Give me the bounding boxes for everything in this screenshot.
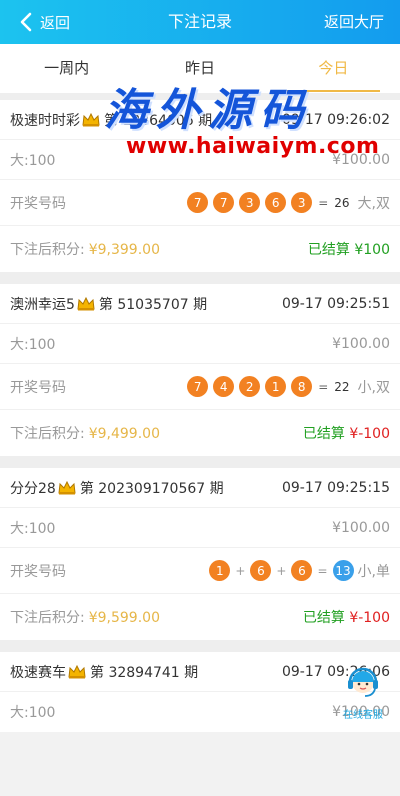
bet-content: 大:100 xyxy=(10,336,56,353)
settled-amount: ¥-100 xyxy=(349,426,390,442)
draw-ball: 6 xyxy=(265,192,287,213)
date-tabs: 一周内 昨日 今日 xyxy=(0,44,400,94)
bet-content: 大:100 xyxy=(10,520,56,537)
settled-label: 已结算 xyxy=(302,610,345,626)
tab-yesterday[interactable]: 昨日 xyxy=(133,44,266,93)
draw-ball: 6 xyxy=(250,560,272,581)
crown-icon xyxy=(77,296,95,310)
draw-numbers: 7 4 2 1 8 = 22 小,双 xyxy=(182,376,390,397)
draw-label: 开奖号码 xyxy=(10,563,66,580)
score-value: ¥9,399.00 xyxy=(88,242,160,258)
game-name: 极速赛车 xyxy=(10,664,66,681)
draw-ball: 3 xyxy=(291,192,313,213)
divider xyxy=(0,640,400,652)
bet-amount: ¥100.00 xyxy=(332,519,390,536)
settled-amount: ¥-100 xyxy=(349,610,390,626)
period-number: 第 202309170567 期 xyxy=(79,480,224,497)
score-label: 下注后积分: xyxy=(10,242,85,258)
crown-icon xyxy=(68,664,86,678)
draw-sum: 26 xyxy=(334,195,350,210)
draw-sum-ball: 13 xyxy=(332,560,354,581)
period-number: 第 32894741 期 xyxy=(90,664,199,681)
bet-time: 09-17 09:25:15 xyxy=(281,479,390,496)
return-hall-button[interactable]: 返回大厅 xyxy=(324,0,384,44)
period-number: 第 51035707 期 xyxy=(98,296,208,313)
header-bar: 返回 下注记录 返回大厅 xyxy=(0,0,400,44)
bet-amount: ¥100.00 xyxy=(332,151,390,168)
tab-today[interactable]: 今日 xyxy=(267,44,400,93)
bet-record[interactable]: 分分28 第 202309170567 期 09-17 09:25:15 大:1… xyxy=(0,468,400,640)
period-number: 第 12864006 期 xyxy=(104,112,213,129)
draw-result: 小,单 xyxy=(357,563,390,580)
customer-service-button[interactable]: 在线客服 xyxy=(338,664,388,721)
bet-record[interactable]: 澳洲幸运5 第 51035707 期 09-17 09:25:51 大:100 … xyxy=(0,284,400,456)
crown-icon xyxy=(58,480,76,494)
game-name: 澳洲幸运5 xyxy=(10,296,75,313)
score-value: ¥9,499.00 xyxy=(88,426,160,442)
bet-time: 09-17 09:26:02 xyxy=(281,111,390,128)
bet-amount: ¥100.00 xyxy=(332,335,390,352)
draw-label: 开奖号码 xyxy=(10,379,66,396)
settled-label: 已结算 xyxy=(307,242,350,258)
draw-ball: 3 xyxy=(239,192,261,213)
score-label: 下注后积分: xyxy=(10,426,85,442)
draw-numbers: 1 + 6 + 6 = 13 小,单 xyxy=(204,560,390,581)
draw-label: 开奖号码 xyxy=(10,195,66,212)
bet-record[interactable]: 极速时时彩 第 12864006 期 09-17 09:26:02 大:100 … xyxy=(0,100,400,272)
settled-amount: ¥100 xyxy=(354,242,390,258)
game-name: 分分28 xyxy=(10,480,56,497)
customer-service-icon xyxy=(348,667,378,697)
draw-ball: 6 xyxy=(291,560,313,581)
draw-ball: 2 xyxy=(239,376,261,397)
divider xyxy=(0,272,400,284)
back-button[interactable]: 返回 xyxy=(20,0,70,44)
draw-sum: 22 xyxy=(334,379,350,394)
draw-result: 大,双 xyxy=(357,195,390,212)
draw-ball: 7 xyxy=(187,376,209,397)
settled-label: 已结算 xyxy=(302,426,345,442)
back-label: 返回 xyxy=(40,13,71,32)
divider xyxy=(0,456,400,468)
draw-ball: 7 xyxy=(187,192,209,213)
draw-ball: 1 xyxy=(209,560,231,581)
draw-ball: 8 xyxy=(291,376,313,397)
tab-week[interactable]: 一周内 xyxy=(0,44,133,93)
crown-icon xyxy=(82,112,100,126)
bet-content: 大:100 xyxy=(10,152,56,169)
customer-service-label: 在线客服 xyxy=(343,710,383,721)
draw-ball: 4 xyxy=(213,376,235,397)
bet-content: 大:100 xyxy=(10,705,56,721)
draw-ball: 1 xyxy=(265,376,287,397)
score-label: 下注后积分: xyxy=(10,610,85,626)
draw-ball: 7 xyxy=(213,192,235,213)
draw-result: 小,双 xyxy=(357,379,390,396)
game-name: 极速时时彩 xyxy=(10,112,80,129)
draw-numbers: 7 7 3 6 3 = 26 大,双 xyxy=(182,192,390,213)
bet-time: 09-17 09:25:51 xyxy=(281,295,390,312)
chevron-left-icon xyxy=(20,12,32,32)
score-value: ¥9,599.00 xyxy=(88,610,160,626)
